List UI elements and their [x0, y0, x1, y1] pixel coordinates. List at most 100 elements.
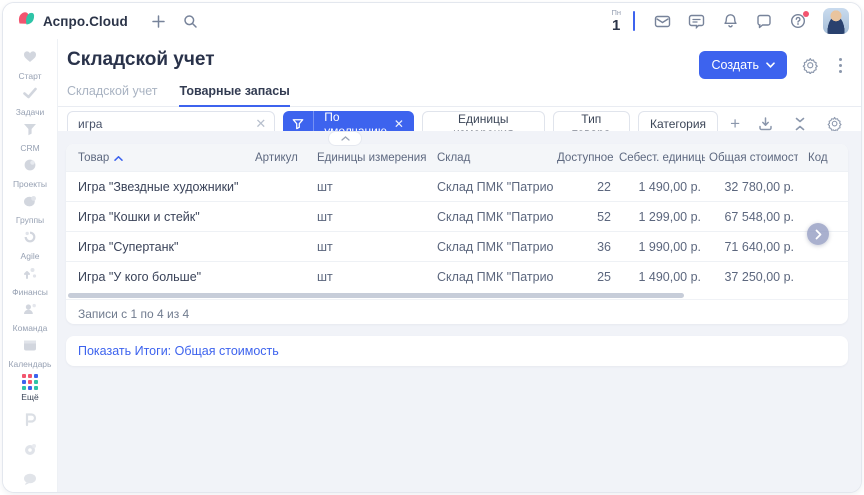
- sidebar-item-tasks[interactable]: Задачи: [3, 86, 57, 117]
- sidebar-item-agile[interactable]: Agile: [3, 230, 57, 261]
- tabs: Складской учет Товарные запасы: [58, 84, 861, 107]
- sidebar: Старт Задачи CRM Проекты Группы Agile Фи…: [3, 39, 58, 492]
- product-cell[interactable]: Игра "У кого больше": [66, 270, 251, 284]
- sidebar-item-calendar[interactable]: Календарь: [3, 338, 57, 369]
- logo-text: Аспро.Cloud: [43, 14, 128, 29]
- calendar-date[interactable]: Пн 1: [611, 9, 621, 33]
- scrollbar-thumb[interactable]: [68, 293, 684, 298]
- column-header-product[interactable]: Товар: [66, 152, 251, 164]
- content-zone: Товар Артикул Единицы измерения Склад До…: [58, 131, 861, 492]
- table-row[interactable]: Игра "Кошки и стейк" шт Склад ПМК "Патри…: [66, 201, 848, 231]
- table-row[interactable]: Игра "Супертанк" шт Склад ПМК "Патриот 3…: [66, 231, 848, 261]
- units-cell: шт: [313, 180, 433, 194]
- qty-cell: 25: [553, 270, 615, 284]
- start-icon: [22, 49, 38, 69]
- app-gear-icon[interactable]: [22, 442, 38, 463]
- remove-filter-icon[interactable]: ✕: [394, 117, 414, 131]
- units-cell: шт: [313, 240, 433, 254]
- mail-icon[interactable]: [647, 6, 677, 36]
- column-header-total[interactable]: Общая стоимость: [705, 152, 798, 164]
- calendar-icon: [22, 338, 38, 357]
- horizontal-scrollbar[interactable]: [66, 291, 848, 299]
- table-row[interactable]: Игра "У кого больше" шт Склад ПМК "Патри…: [66, 261, 848, 291]
- sort-asc-icon: [114, 152, 123, 164]
- column-header-article[interactable]: Артикул: [251, 152, 313, 164]
- main-content: Складской учет Создать Складской учет То…: [58, 39, 861, 492]
- show-totals-link[interactable]: Показать Итоги: Общая стоимость: [78, 344, 279, 358]
- sidebar-item-crm[interactable]: CRM: [3, 122, 57, 153]
- units-cell: шт: [313, 210, 433, 224]
- unit-cost-cell: 1 990,00 р.: [615, 240, 705, 254]
- product-cell[interactable]: Игра "Звездные художники": [66, 180, 251, 194]
- sidebar-item-projects[interactable]: Проекты: [3, 158, 57, 189]
- clear-search-icon[interactable]: ✕: [255, 117, 266, 130]
- product-cell[interactable]: Игра "Кошки и стейк": [66, 210, 251, 224]
- inventory-table: Товар Артикул Единицы измерения Склад До…: [66, 144, 848, 324]
- column-header-units[interactable]: Единицы измерения: [313, 152, 433, 164]
- page-title: Складской учет: [67, 49, 215, 72]
- table-header-row: Товар Артикул Единицы измерения Склад До…: [66, 144, 848, 171]
- warehouse-cell: Склад ПМК "Патриот: [433, 270, 553, 284]
- quick-add-button[interactable]: [144, 6, 174, 36]
- column-header-warehouse[interactable]: Склад: [433, 152, 553, 164]
- create-button[interactable]: Создать: [699, 51, 787, 79]
- help-icon[interactable]: [783, 6, 813, 36]
- unit-cost-cell: 1 299,00 р.: [615, 210, 705, 224]
- collapse-filters-pill[interactable]: [328, 131, 362, 146]
- search-icon[interactable]: [176, 6, 206, 36]
- agile-icon: [22, 230, 38, 249]
- sidebar-item-more[interactable]: Ещё: [3, 374, 57, 402]
- tab-sklad-uchet[interactable]: Складской учет: [67, 84, 157, 106]
- chat-icon[interactable]: [749, 6, 779, 36]
- more-grid-icon: [22, 374, 38, 390]
- notification-dot: [803, 11, 809, 17]
- more-options-kebab-icon[interactable]: [833, 54, 848, 77]
- total-cell: 71 640,00 р.: [705, 240, 798, 254]
- sidebar-item-groups[interactable]: Группы: [3, 194, 57, 225]
- bell-icon[interactable]: [715, 6, 745, 36]
- warehouse-cell: Склад ПМК "Патриот: [433, 240, 553, 254]
- search-input[interactable]: [76, 116, 255, 132]
- page-settings-gear-icon[interactable]: [797, 52, 823, 78]
- logo[interactable]: Аспро.Cloud: [3, 10, 128, 32]
- add-filter-icon[interactable]: +: [726, 115, 744, 132]
- chevron-up-icon: [341, 136, 350, 141]
- app-badge-icon[interactable]: [22, 411, 39, 433]
- topbar-divider: [633, 11, 635, 31]
- crm-funnel-icon: [22, 122, 38, 141]
- totals-card: Показать Итоги: Общая стоимость: [66, 336, 848, 366]
- team-icon: [22, 302, 38, 321]
- total-cell: 32 780,00 р.: [705, 180, 798, 194]
- column-header-qty[interactable]: Доступное кол-во: [553, 152, 615, 164]
- table-row[interactable]: Игра "Звездные художники" шт Склад ПМК "…: [66, 171, 848, 201]
- avatar[interactable]: [823, 8, 849, 34]
- app-chat-icon[interactable]: [22, 472, 38, 491]
- scroll-right-button[interactable]: [807, 223, 829, 245]
- sidebar-item-start[interactable]: Старт: [3, 49, 57, 81]
- groups-icon: [22, 194, 38, 213]
- unit-cost-cell: 1 490,00 р.: [615, 270, 705, 284]
- day-number: 1: [612, 18, 620, 33]
- tasks-icon: [22, 86, 38, 105]
- column-header-code[interactable]: Код: [798, 152, 848, 164]
- weekday-label: Пн: [611, 9, 621, 17]
- qty-cell: 22: [553, 180, 615, 194]
- product-cell[interactable]: Игра "Супертанк": [66, 240, 251, 254]
- notes-icon[interactable]: [681, 6, 711, 36]
- warehouse-cell: Склад ПМК "Патриот: [433, 180, 553, 194]
- units-cell: шт: [313, 270, 433, 284]
- column-header-unit-cost[interactable]: Себест. единицы: [615, 152, 705, 164]
- tab-tovarnye-zapasy[interactable]: Товарные запасы: [179, 84, 289, 107]
- records-count: Записи с 1 по 4 из 4: [66, 299, 848, 324]
- topbar: Аспро.Cloud Пн 1: [3, 3, 861, 40]
- qty-cell: 36: [553, 240, 615, 254]
- chevron-right-icon: [815, 229, 822, 240]
- projects-icon: [22, 158, 38, 177]
- warehouse-cell: Склад ПМК "Патриот: [433, 210, 553, 224]
- sidebar-item-finance[interactable]: Финансы: [3, 266, 57, 297]
- total-cell: 37 250,00 р.: [705, 270, 798, 284]
- page-header-zone: Складской учет Создать Складской учет То…: [58, 39, 861, 131]
- chevron-down-icon: [766, 62, 775, 68]
- app-window: Аспро.Cloud Пн 1: [2, 2, 862, 493]
- sidebar-item-team[interactable]: Команда: [3, 302, 57, 333]
